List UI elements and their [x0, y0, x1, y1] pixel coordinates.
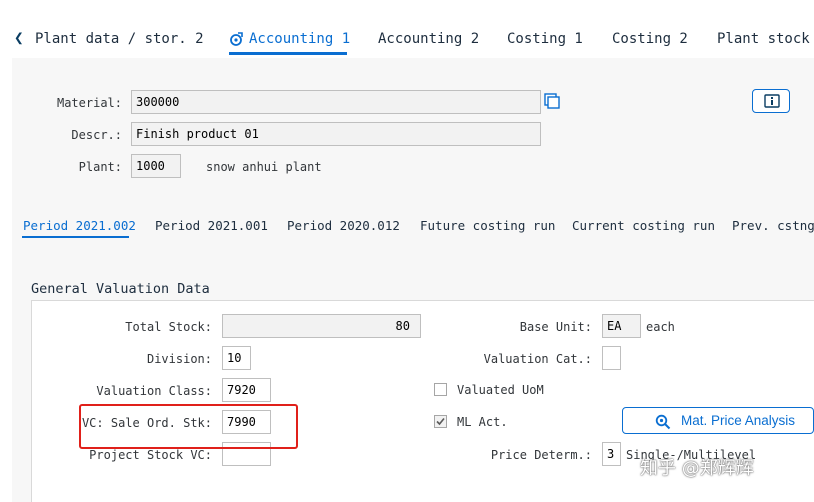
division-label: Division: — [146, 352, 212, 366]
tab-accounting-1[interactable]: Accounting 1 — [249, 31, 350, 47]
price-determ-field[interactable]: 3 — [602, 442, 621, 466]
plant-label: Plant: — [78, 160, 122, 174]
watermark: 知乎 @郑辉辉 — [640, 458, 754, 479]
valuation-cat-field[interactable] — [602, 346, 621, 370]
mat-price-analysis-label: Mat. Price Analysis — [681, 413, 796, 428]
material-field[interactable]: 300000 — [131, 90, 541, 114]
tab-plant-data-stor-2[interactable]: Plant data / stor. 2 — [35, 31, 204, 47]
accounting-icon — [228, 31, 244, 51]
valuated-uom-checkbox[interactable] — [434, 383, 447, 396]
mat-price-analysis-button[interactable]: Mat. Price Analysis — [622, 407, 814, 434]
base-unit-label: Base Unit: — [519, 320, 592, 334]
valuated-uom-label: Valuated UoM — [457, 383, 544, 397]
valuation-cat-label: Valuation Cat.: — [483, 352, 592, 366]
price-determ-label: Price Determ.: — [490, 448, 592, 462]
ml-act-label: ML Act. — [457, 415, 508, 429]
active-tab-indicator — [229, 52, 347, 55]
magnifier-icon — [655, 414, 671, 433]
group-title: General Valuation Data — [31, 281, 210, 297]
material-label: Material: — [56, 96, 122, 110]
plant-name: snow anhui plant — [206, 160, 322, 174]
tab-future-costing-run[interactable]: Future costing run — [420, 218, 555, 233]
division-field[interactable]: 10 — [222, 346, 251, 370]
tab-period-2021-002[interactable]: Period 2021.002 — [23, 218, 136, 233]
valuation-class-label: Valuation Class: — [96, 384, 212, 398]
highlight-box — [79, 404, 298, 449]
base-unit-text: each — [646, 320, 675, 334]
copy-icon[interactable] — [541, 90, 561, 118]
tab-prev-costing[interactable]: Prev. cstng — [732, 218, 814, 233]
project-stock-vc-label: Project Stock VC: — [89, 448, 212, 462]
total-stock-field: 80 — [222, 314, 421, 338]
tab-current-costing-run[interactable]: Current costing run — [572, 218, 715, 233]
chevron-left-icon[interactable]: ❮ — [14, 28, 24, 47]
descr-label: Descr.: — [71, 128, 122, 142]
plant-field[interactable]: 1000 — [131, 154, 181, 178]
tab-period-2020-012[interactable]: Period 2020.012 — [287, 218, 400, 233]
tab-plant-stock[interactable]: Plant stock — [717, 31, 810, 47]
tab-costing-1[interactable]: Costing 1 — [507, 31, 583, 47]
active-subtab-indicator — [22, 236, 129, 238]
top-tab-bar: ❮ Plant data / stor. 2 Accounting 1 Acco… — [0, 0, 814, 58]
tab-costing-2[interactable]: Costing 2 — [612, 31, 688, 47]
total-stock-label: Total Stock: — [125, 320, 212, 334]
tab-period-2021-001[interactable]: Period 2021.001 — [155, 218, 268, 233]
ml-act-checkbox[interactable] — [434, 415, 447, 428]
valuation-class-field[interactable]: 7920 — [222, 378, 271, 402]
info-icon — [764, 94, 780, 108]
info-button[interactable] — [752, 89, 790, 113]
descr-field[interactable]: Finish product 01 — [131, 122, 541, 146]
tab-accounting-2[interactable]: Accounting 2 — [378, 31, 479, 47]
checkmark-icon — [436, 417, 445, 426]
base-unit-field: EA — [602, 314, 641, 338]
